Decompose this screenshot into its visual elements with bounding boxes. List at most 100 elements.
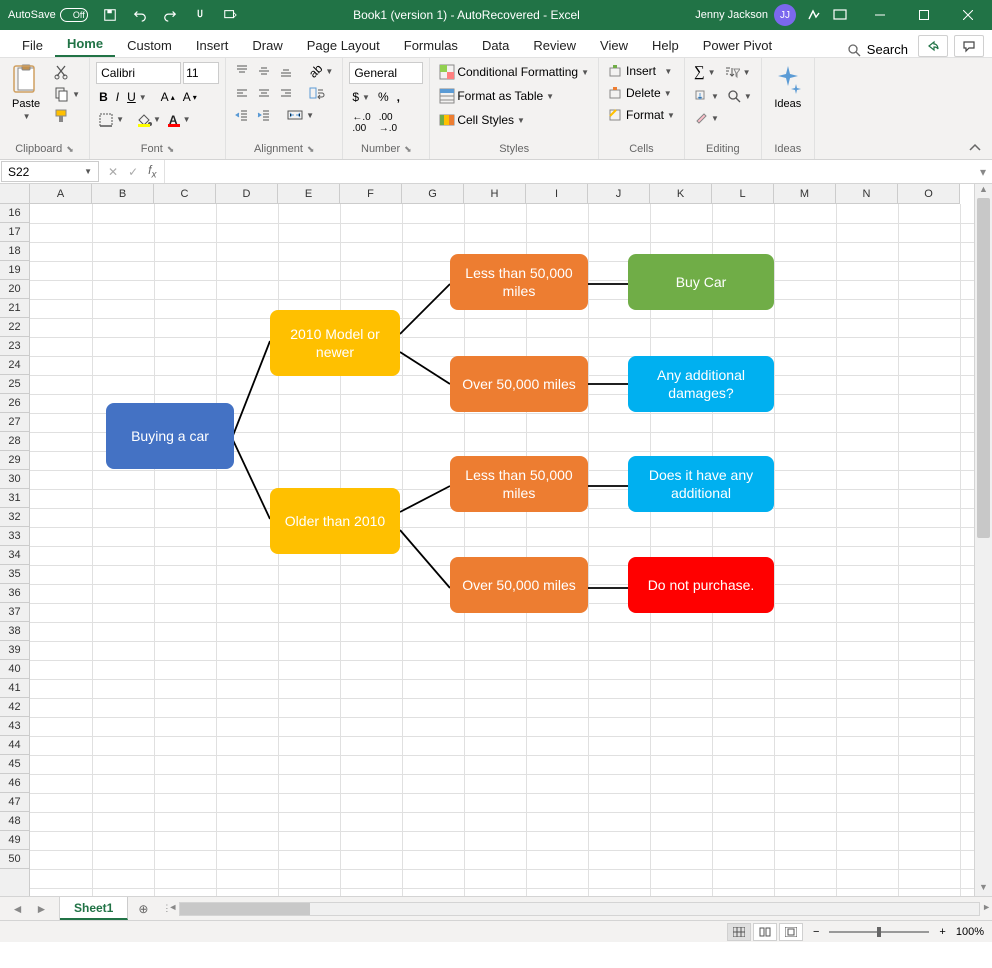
row-header[interactable]: 35 (0, 565, 29, 584)
tab-file[interactable]: File (10, 33, 55, 57)
align-center-button[interactable] (254, 84, 274, 102)
col-header[interactable]: B (92, 184, 154, 203)
col-header[interactable]: M (774, 184, 836, 203)
row-header[interactable]: 40 (0, 660, 29, 679)
shape-do-not-purchase[interactable]: Do not purchase. (628, 557, 774, 613)
row-header[interactable]: 22 (0, 318, 29, 337)
shape-older[interactable]: Older than 2010 (270, 488, 400, 554)
tab-draw[interactable]: Draw (240, 33, 294, 57)
row-header[interactable]: 47 (0, 793, 29, 812)
bold-button[interactable]: B (96, 88, 111, 106)
align-left-button[interactable] (232, 84, 252, 102)
add-sheet-button[interactable]: ⊕ (128, 897, 158, 920)
row-header[interactable]: 43 (0, 717, 29, 736)
col-header[interactable]: G (402, 184, 464, 203)
shape-less-miles-b[interactable]: Less than 50,000 miles (450, 456, 588, 512)
increase-decimal-button[interactable]: ←.0.00 (349, 110, 373, 136)
font-size-input[interactable] (183, 62, 219, 84)
increase-indent-button[interactable] (254, 106, 274, 124)
shape-over-miles-a[interactable]: Over 50,000 miles (450, 356, 588, 412)
user-account[interactable]: Jenny Jackson JJ (695, 4, 796, 26)
col-header[interactable]: J (588, 184, 650, 203)
page-break-view-button[interactable] (779, 923, 803, 941)
format-cells-button[interactable]: Format▼ (605, 106, 678, 124)
ideas-button[interactable]: Ideas (768, 62, 808, 112)
row-header[interactable]: 30 (0, 470, 29, 489)
autosave-toggle[interactable]: AutoSave Off (2, 8, 94, 22)
accounting-format-button[interactable]: $▼ (349, 88, 373, 106)
row-header[interactable]: 42 (0, 698, 29, 717)
zoom-in-button[interactable]: + (939, 926, 945, 938)
comments-button[interactable] (954, 35, 984, 57)
maximize-button[interactable] (902, 0, 946, 30)
worksheet-grid[interactable]: ABCDEFGHIJKLMNO 161718192021222324252627… (0, 184, 992, 896)
enter-formula-icon[interactable]: ✓ (128, 165, 138, 179)
row-header[interactable]: 27 (0, 413, 29, 432)
shape-newer[interactable]: 2010 Model or newer (270, 310, 400, 376)
insert-function-icon[interactable]: fx (148, 163, 156, 180)
col-header[interactable]: F (340, 184, 402, 203)
row-header[interactable]: 20 (0, 280, 29, 299)
align-bottom-button[interactable] (276, 62, 296, 80)
col-header[interactable]: N (836, 184, 898, 203)
row-header[interactable]: 37 (0, 603, 29, 622)
cut-button[interactable] (50, 62, 83, 82)
percent-button[interactable]: % (375, 88, 392, 106)
tab-formulas[interactable]: Formulas (392, 33, 470, 57)
row-header[interactable]: 50 (0, 850, 29, 869)
clipboard-launcher-icon[interactable]: ⬊ (66, 144, 74, 155)
col-header[interactable]: H (464, 184, 526, 203)
font-name-input[interactable] (96, 62, 181, 84)
borders-button[interactable]: ▼ (96, 111, 127, 129)
row-header[interactable]: 34 (0, 546, 29, 565)
comma-button[interactable]: , (394, 88, 403, 106)
cells-area[interactable]: Buying a car 2010 Model or newer Older t… (30, 204, 974, 896)
tab-data[interactable]: Data (470, 33, 521, 57)
row-header[interactable]: 33 (0, 527, 29, 546)
col-header[interactable]: E (278, 184, 340, 203)
zoom-out-button[interactable]: − (813, 926, 819, 938)
format-painter-button[interactable] (50, 106, 83, 126)
shape-over-miles-b[interactable]: Over 50,000 miles (450, 557, 588, 613)
find-select-button[interactable]: ▼ (724, 87, 755, 105)
format-as-table-button[interactable]: Format as Table▼ (436, 86, 592, 106)
row-header[interactable]: 48 (0, 812, 29, 831)
row-header[interactable]: 26 (0, 394, 29, 413)
close-button[interactable] (946, 0, 990, 30)
column-headers[interactable]: ABCDEFGHIJKLMNO (30, 184, 960, 204)
row-header[interactable]: 28 (0, 432, 29, 451)
col-header[interactable]: A (30, 184, 92, 203)
formula-input[interactable] (165, 160, 974, 183)
select-all-corner[interactable] (0, 184, 30, 204)
save-icon[interactable] (102, 7, 118, 23)
font-launcher-icon[interactable]: ⬊ (167, 144, 175, 155)
row-header[interactable]: 38 (0, 622, 29, 641)
tab-review[interactable]: Review (521, 33, 588, 57)
cancel-formula-icon[interactable]: ✕ (108, 165, 118, 179)
share-button[interactable] (918, 35, 948, 57)
shape-root[interactable]: Buying a car (106, 403, 234, 469)
row-header[interactable]: 31 (0, 489, 29, 508)
row-header[interactable]: 29 (0, 451, 29, 470)
tab-view[interactable]: View (588, 33, 640, 57)
row-header[interactable]: 32 (0, 508, 29, 527)
undo-icon[interactable] (132, 7, 148, 23)
shape-buy-car[interactable]: Buy Car (628, 254, 774, 310)
tab-custom[interactable]: Custom (115, 33, 184, 57)
tab-power-pivot[interactable]: Power Pivot (691, 33, 784, 57)
font-color-button[interactable]: A▼ (166, 110, 194, 129)
col-header[interactable]: L (712, 184, 774, 203)
row-header[interactable]: 36 (0, 584, 29, 603)
wrap-text-button[interactable] (306, 84, 328, 102)
row-headers[interactable]: 1617181920212223242526272829303132333435… (0, 204, 30, 896)
normal-view-button[interactable] (727, 923, 751, 941)
decrease-indent-button[interactable] (232, 106, 252, 124)
autosum-button[interactable]: ∑▼ (691, 62, 719, 83)
tab-insert[interactable]: Insert (184, 33, 241, 57)
row-header[interactable]: 39 (0, 641, 29, 660)
redo-icon[interactable] (162, 7, 178, 23)
search-box[interactable]: Search (847, 42, 918, 57)
row-header[interactable]: 23 (0, 337, 29, 356)
zoom-slider[interactable] (829, 931, 929, 933)
alignment-launcher-icon[interactable]: ⬊ (307, 144, 315, 155)
